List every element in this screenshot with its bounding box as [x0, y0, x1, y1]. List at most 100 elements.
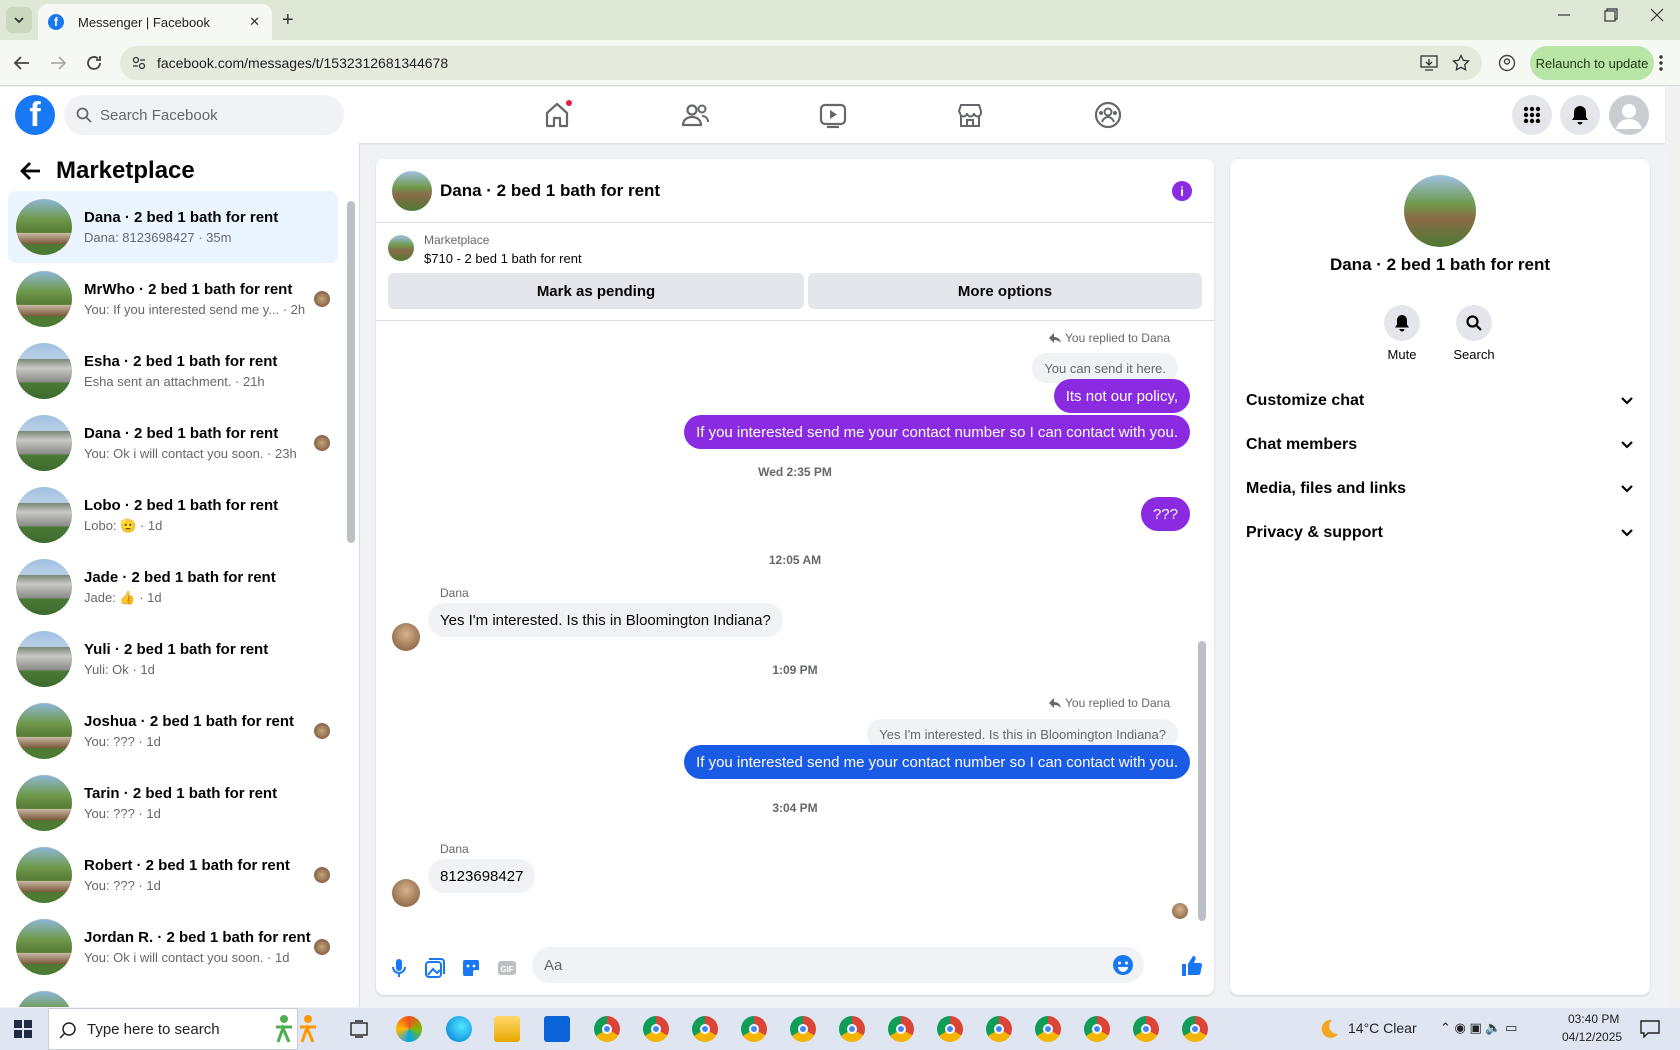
- chrome-app-icon[interactable]: [692, 1016, 718, 1042]
- chrome-app-icon[interactable]: [839, 1016, 865, 1042]
- edge-app-icon[interactable]: [446, 1016, 472, 1042]
- conversation-item[interactable]: Esha · 2 bed 1 bath for rent Esha sent an…: [8, 335, 338, 407]
- conversation-item[interactable]: Jade · 2 bed 1 bath for rent Jade: 👍 · 1d: [8, 551, 338, 623]
- sticker-icon[interactable]: [460, 957, 482, 979]
- taskbar-search-input[interactable]: Type here to search: [48, 1008, 298, 1050]
- bookmark-star-icon[interactable]: [1452, 54, 1470, 72]
- close-window-icon[interactable]: [1650, 8, 1664, 22]
- minimize-icon[interactable]: [1557, 8, 1571, 22]
- chrome-app-icon[interactable]: [1133, 1016, 1159, 1042]
- chrome-app-icon[interactable]: [741, 1016, 767, 1042]
- chrome-app-icon[interactable]: [888, 1016, 914, 1042]
- photo-icon[interactable]: [424, 957, 446, 979]
- file-explorer-app-icon[interactable]: [494, 1016, 520, 1042]
- message-bubble-sent[interactable]: Its not our policy,: [1053, 379, 1190, 413]
- notifications-button[interactable]: [1560, 95, 1600, 135]
- chrome-app-icon[interactable]: [1182, 1016, 1208, 1042]
- conversation-item[interactable]: Tarin · 2 bed 1 bath for rent You: ??? · …: [8, 767, 338, 839]
- chrome-app-icon[interactable]: [594, 1016, 620, 1042]
- chat-avatar[interactable]: [392, 170, 432, 211]
- media-files-links-row[interactable]: Media, files and links: [1246, 467, 1634, 511]
- windows-start-icon[interactable]: [14, 1020, 32, 1038]
- conversation-item[interactable]: Dana · 2 bed 1 bath for rent You: Ok i wi…: [8, 407, 338, 479]
- message-bubble-sent[interactable]: If you interested send me your contact n…: [684, 415, 1190, 449]
- chrome-app-icon[interactable]: [986, 1016, 1012, 1042]
- listing-title[interactable]: $710 - 2 bed 1 bath for rent: [424, 251, 582, 266]
- message-input[interactable]: Aa: [532, 947, 1144, 983]
- relaunch-update-button[interactable]: Relaunch to update: [1530, 46, 1654, 80]
- browser-menu-icon[interactable]: [1658, 54, 1664, 72]
- site-info-icon[interactable]: [132, 56, 146, 70]
- conversation-item[interactable]: Lobo · 2 bed 1 bath for rent Lobo: 🫡 · 1d: [8, 479, 338, 551]
- conversation-item[interactable]: Robert · 2 bed 1 bath for rent You: ??? ·…: [8, 839, 338, 911]
- browser-tab[interactable]: f Messenger | Facebook ✕: [38, 4, 272, 40]
- sidebar-scrollbar[interactable]: [347, 201, 355, 543]
- message-bubble-received[interactable]: Yes I'm interested. Is this in Bloomingt…: [428, 603, 783, 637]
- conversation-item[interactable]: MrWho · 2 bed 1 bath for rent You: If you…: [8, 263, 338, 335]
- groups-icon[interactable]: [1093, 100, 1123, 130]
- privacy-support-row[interactable]: Privacy & support: [1246, 511, 1634, 555]
- forward-arrow-icon[interactable]: [49, 54, 67, 72]
- conversation-item[interactable]: Dana · 2 bed 1 bath for rent Dana: 812369…: [8, 191, 338, 263]
- conversation-item[interactable]: Mary · 2 bed 1 bath for rent: [8, 983, 338, 1007]
- message-bubble-received[interactable]: 8123698427: [428, 859, 536, 893]
- chat-scrollbar[interactable]: [1198, 641, 1206, 921]
- task-view-icon[interactable]: [350, 1020, 368, 1038]
- friends-icon[interactable]: [680, 100, 710, 130]
- notification-center-icon[interactable]: [1640, 1020, 1660, 1038]
- conversation-item[interactable]: Yuli · 2 bed 1 bath for rent Yuli: Ok · 1…: [8, 623, 338, 695]
- microphone-icon[interactable]: [388, 957, 410, 979]
- page-scrollbar[interactable]: [1668, 87, 1680, 1007]
- restore-icon[interactable]: [1604, 8, 1618, 22]
- address-bar[interactable]: facebook.com/messages/t/1532312681344678: [120, 46, 1482, 80]
- conversation-item[interactable]: Joshua · 2 bed 1 bath for rent You: ??? ·…: [8, 695, 338, 767]
- reply-indicator-text: You replied to Dana: [1065, 696, 1170, 710]
- mark-pending-button[interactable]: Mark as pending: [388, 273, 804, 309]
- listing-thumbnail[interactable]: [388, 235, 414, 261]
- message-bubble-sent[interactable]: If you interested send me your contact n…: [684, 745, 1190, 779]
- chrome-app-icon[interactable]: [1084, 1016, 1110, 1042]
- panel-avatar[interactable]: [1404, 175, 1476, 247]
- copilot-app-icon[interactable]: [396, 1016, 422, 1042]
- clock-time[interactable]: 03:40 PM: [1568, 1012, 1619, 1026]
- install-app-icon[interactable]: [1420, 55, 1438, 71]
- search-in-chat-button[interactable]: Search: [1444, 305, 1504, 362]
- weather-text[interactable]: 14°C Clear: [1348, 1020, 1417, 1036]
- tab-close-button[interactable]: ✕: [249, 14, 260, 30]
- marketplace-icon[interactable]: [955, 100, 985, 130]
- sender-avatar[interactable]: [392, 879, 420, 907]
- account-avatar-button[interactable]: [1609, 95, 1649, 135]
- facebook-search-input[interactable]: Search Facebook: [64, 95, 344, 135]
- back-arrow-icon[interactable]: [20, 161, 42, 181]
- customize-chat-row[interactable]: Customize chat: [1246, 379, 1634, 423]
- mail-app-icon[interactable]: [544, 1016, 570, 1042]
- back-arrow-icon[interactable]: [13, 54, 31, 72]
- more-options-button[interactable]: More options: [808, 273, 1202, 309]
- chrome-app-icon[interactable]: [790, 1016, 816, 1042]
- chrome-app-icon[interactable]: [1035, 1016, 1061, 1042]
- message-bubble-sent[interactable]: ???: [1140, 497, 1190, 531]
- menu-grid-button[interactable]: [1512, 95, 1552, 135]
- like-thumb-icon[interactable]: [1180, 954, 1204, 978]
- video-icon[interactable]: [818, 100, 848, 130]
- gif-icon[interactable]: GIF: [496, 957, 518, 979]
- chrome-app-icon[interactable]: [643, 1016, 669, 1042]
- tray-icons[interactable]: ⌃ ◉ ▣ 🔈 ▭: [1440, 1020, 1517, 1036]
- mute-button[interactable]: Mute: [1372, 305, 1432, 362]
- new-tab-button[interactable]: +: [282, 9, 294, 32]
- conversation-text: Jade · 2 bed 1 bath for rent Jade: 👍 · 1d: [84, 569, 338, 606]
- search-circle: [1456, 305, 1492, 341]
- info-icon[interactable]: i: [1172, 181, 1192, 201]
- sender-avatar[interactable]: [392, 623, 420, 651]
- emoji-icon[interactable]: [1112, 954, 1134, 976]
- conversation-item[interactable]: Jordan R. · 2 bed 1 bath for rent You: Ok…: [8, 911, 338, 983]
- reload-icon[interactable]: [85, 54, 103, 72]
- tab-search-button[interactable]: [6, 7, 32, 33]
- home-icon[interactable]: [542, 100, 572, 130]
- clock-date[interactable]: 04/12/2025: [1562, 1030, 1622, 1044]
- facebook-logo[interactable]: f: [15, 95, 55, 135]
- chat-title[interactable]: Dana · 2 bed 1 bath for rent: [440, 181, 660, 201]
- chat-members-row[interactable]: Chat members: [1246, 423, 1634, 467]
- profile-icon[interactable]: [1498, 54, 1516, 72]
- chrome-app-icon[interactable]: [937, 1016, 963, 1042]
